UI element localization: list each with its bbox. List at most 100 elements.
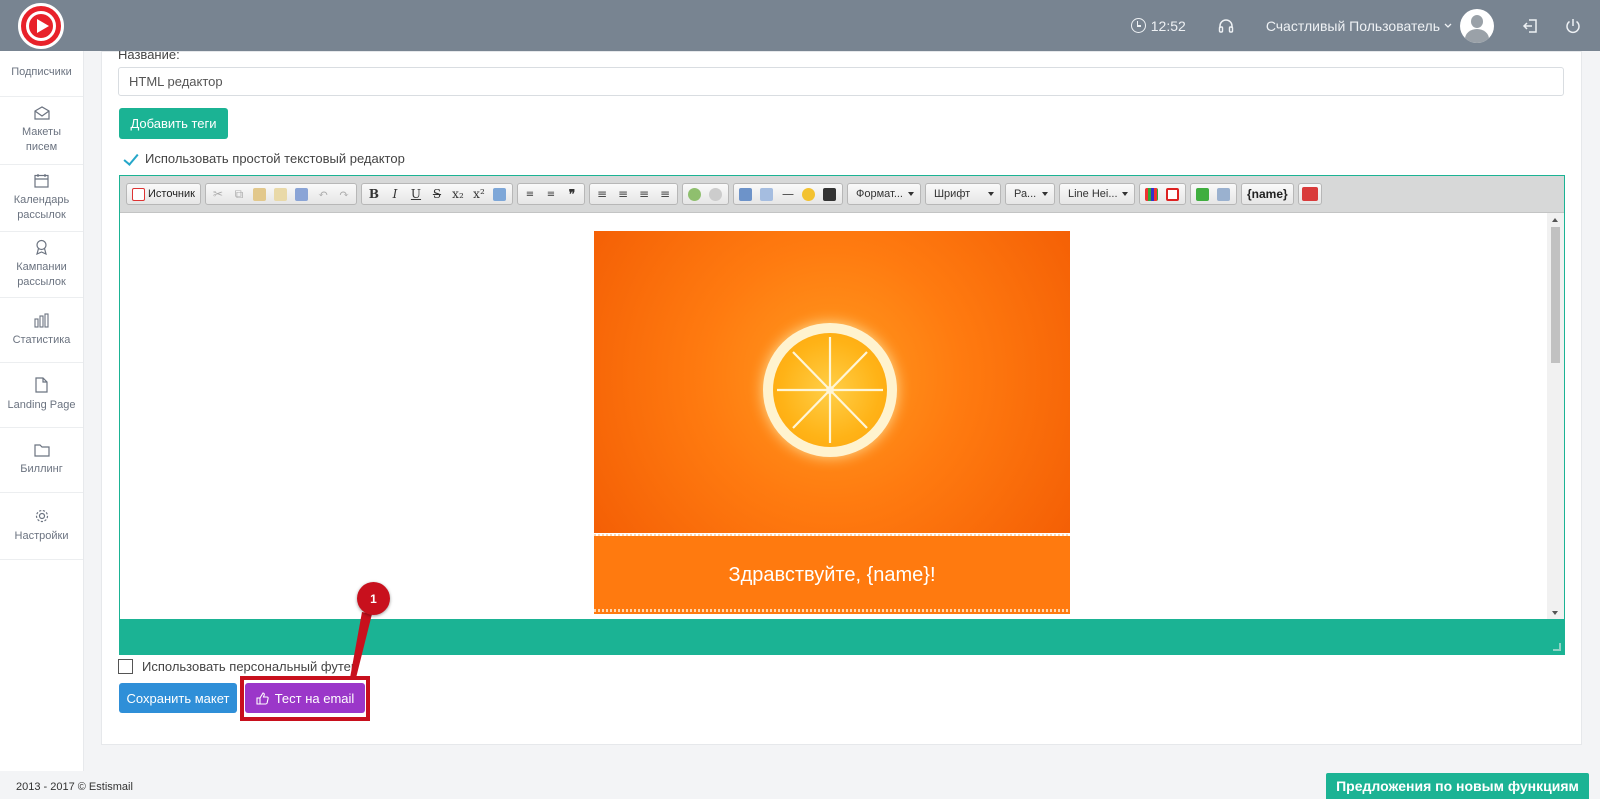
sidebar-item-label: Подписчики: [11, 66, 72, 78]
user-menu[interactable]: Счастливый Пользователь: [1266, 18, 1452, 34]
simple-editor-label: Использовать простой текстовый редактор: [145, 151, 405, 166]
text-style-group: B I U S x₂ x²: [360, 183, 513, 205]
align-left-icon[interactable]: ≡: [593, 186, 611, 202]
save-template-button[interactable]: Сохранить макет: [119, 683, 237, 713]
copyright-text: 2013 - 2017 © Estismail: [16, 781, 133, 793]
orange-slice-icon: [763, 323, 897, 457]
resize-handle-icon[interactable]: [1553, 643, 1561, 651]
size-label: Ра...: [1013, 188, 1037, 200]
redo-icon[interactable]: ↷: [335, 186, 353, 202]
power-icon[interactable]: [1564, 17, 1582, 35]
align-center-icon[interactable]: ≡: [614, 186, 632, 202]
source-label: Источник: [148, 188, 195, 200]
feature-suggestions-button[interactable]: Предложения по новым функциям: [1326, 773, 1589, 799]
scroll-down-arrow-icon[interactable]: [1552, 611, 1558, 615]
bold-icon[interactable]: B: [365, 186, 383, 202]
sidebar-item-label: Макеты писем: [21, 126, 62, 153]
maximize-icon[interactable]: [1194, 186, 1212, 202]
clock: 12:52: [1130, 18, 1186, 34]
paste-word-icon[interactable]: [293, 186, 311, 202]
sidebar-item-subscribers[interactable]: Подписчики: [0, 51, 83, 97]
unlink-icon[interactable]: [707, 186, 725, 202]
numbered-list-icon[interactable]: ≡: [521, 186, 539, 202]
avatar[interactable]: [1460, 8, 1494, 43]
insert-image-icon[interactable]: [737, 186, 755, 202]
source-button[interactable]: Источник: [126, 183, 201, 205]
subscript-icon[interactable]: x₂: [449, 186, 467, 202]
color-group: [1138, 183, 1186, 205]
add-tags-button[interactable]: Добавить теги: [119, 108, 228, 139]
editor-content-area[interactable]: Здравствуйте, {name}!: [120, 213, 1547, 620]
editor-scrollbar[interactable]: [1547, 213, 1564, 620]
email-greeting: Здравствуйте, {name}!: [728, 563, 936, 586]
table-icon[interactable]: [758, 186, 776, 202]
sidebar-item-label: Настройки: [14, 530, 69, 542]
personal-footer-checkbox[interactable]: [118, 659, 133, 674]
calendar-icon: [34, 174, 49, 188]
size-dropdown[interactable]: Ра...: [1004, 183, 1055, 205]
scroll-up-arrow-icon[interactable]: [1552, 218, 1558, 222]
youtube-icon[interactable]: [821, 186, 839, 202]
estismail-logo[interactable]: [18, 3, 64, 49]
sidebar-item-statistics[interactable]: Статистика: [0, 298, 83, 363]
personal-footer-label: Использовать персональный футер: [142, 659, 359, 674]
font-dropdown[interactable]: Шрифт: [924, 183, 1001, 205]
sidebar-item-campaigns[interactable]: Кампании рассылок: [0, 232, 83, 298]
format-dropdown[interactable]: Формат...: [846, 183, 921, 205]
chevron-down-icon: [1444, 23, 1452, 28]
source-icon: [132, 187, 145, 201]
sidebar-item-calendar[interactable]: Календарь рассылок: [0, 165, 83, 232]
sidebar-item-templates[interactable]: Макеты писем: [0, 97, 83, 165]
sidebar-item-landing[interactable]: Landing Page: [0, 363, 83, 428]
align-justify-icon[interactable]: ≡: [656, 186, 674, 202]
gear-icon: [35, 509, 48, 523]
blockquote-icon[interactable]: ❞: [563, 186, 581, 202]
play-icon: [26, 11, 56, 41]
image-icon[interactable]: [491, 186, 509, 202]
editor-status-bar: [120, 619, 1564, 654]
text-color-icon[interactable]: [1143, 186, 1161, 202]
link-icon[interactable]: [686, 186, 704, 202]
sidebar-item-settings[interactable]: Настройки: [0, 493, 83, 560]
user-name: Счастливый Пользователь: [1265, 17, 1440, 34]
html-editor: Источник ✂ ⧉ ↶ ↷ B I U S x₂ x² ≡ ≡ ❞ ≡ ≡: [119, 175, 1565, 655]
paste-text-icon[interactable]: [272, 186, 290, 202]
simple-editor-toggle[interactable]: Использовать простой текстовый редактор: [121, 151, 405, 166]
copy-icon[interactable]: ⧉: [230, 186, 248, 202]
table-color-icon[interactable]: [1164, 186, 1182, 202]
sidebar-item-label: Кампании рассылок: [16, 261, 67, 288]
personal-footer-toggle[interactable]: Использовать персональный футер: [118, 659, 358, 674]
bar-chart-icon: [34, 312, 49, 328]
line-height-dropdown[interactable]: Line Hei...: [1058, 183, 1135, 205]
annotation-number: 1: [370, 591, 377, 606]
show-blocks-icon[interactable]: [1215, 186, 1233, 202]
list-group: ≡ ≡ ❞: [516, 183, 585, 205]
align-right-icon[interactable]: ≡: [635, 186, 653, 202]
name-tag-label: {name}: [1246, 187, 1288, 201]
insert-name-tag-button[interactable]: {name}: [1240, 183, 1294, 205]
italic-icon[interactable]: I: [386, 186, 404, 202]
cut-icon[interactable]: ✂: [209, 186, 227, 202]
bullet-list-icon[interactable]: ≡: [542, 186, 560, 202]
horizontal-rule-icon[interactable]: —: [779, 186, 797, 202]
antispam-button[interactable]: [1297, 183, 1322, 205]
antispam-icon: [1301, 187, 1318, 201]
smiley-icon[interactable]: [800, 186, 818, 202]
sidebar-item-billing[interactable]: Биллинг: [0, 428, 83, 493]
scroll-thumb[interactable]: [1551, 227, 1560, 363]
headset-icon[interactable]: [1218, 18, 1234, 34]
folder-icon: [33, 444, 50, 457]
underline-icon[interactable]: U: [407, 186, 425, 202]
logout-icon[interactable]: [1522, 17, 1540, 35]
sidebar: Подписчики Макеты писем Календарь рассыл…: [0, 51, 84, 771]
divider-line: [594, 609, 1070, 612]
undo-icon[interactable]: ↶: [314, 186, 332, 202]
paste-icon[interactable]: [251, 186, 269, 202]
dropdown-arrow-icon: [987, 192, 994, 196]
check-icon: [121, 153, 137, 165]
name-field[interactable]: [118, 67, 1564, 96]
superscript-icon[interactable]: x²: [470, 186, 488, 202]
strike-icon[interactable]: S: [428, 186, 446, 202]
format-label: Формат...: [855, 188, 903, 200]
file-icon: [35, 377, 48, 393]
